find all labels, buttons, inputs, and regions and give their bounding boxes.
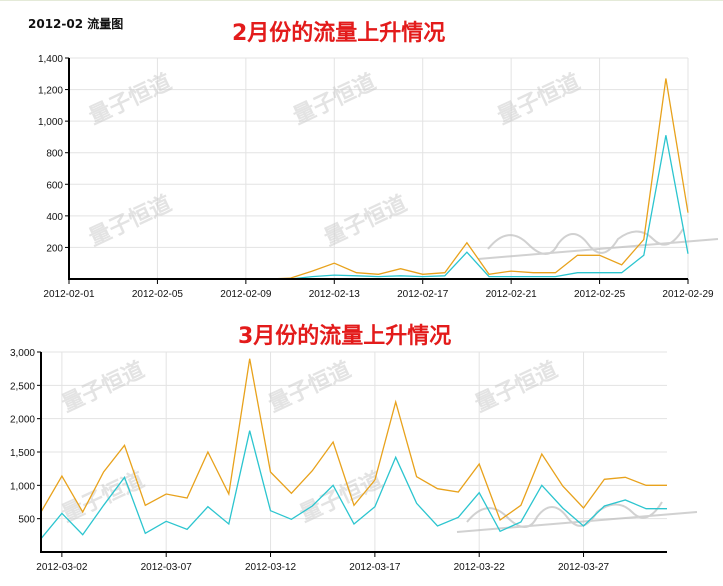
x-tick-label: 2012-03-12 — [245, 562, 297, 573]
watermark: 量子恒道 — [471, 357, 562, 418]
y-tick-label: 200 — [46, 243, 63, 254]
march-chart-svg: 500 1,000 1,500 2,000 2,500 3,000 2012-03-02 20… — [10, 348, 698, 573]
x-tick-label: 2012-03-17 — [349, 562, 401, 573]
y-tick-label: 2,000 — [10, 415, 35, 426]
march-chart-title: 3月份的流量上升情况 — [238, 324, 452, 349]
x-tick-label: 2012-03-27 — [558, 562, 610, 573]
x-tick-label: 2012-02-09 — [220, 289, 272, 300]
y-tick-label: 1,400 — [38, 54, 63, 65]
y-tick-label: 500 — [18, 515, 35, 526]
march-chart-panel: 500 1,000 1,500 2,000 2,500 3,000 2012-03-02 20… — [0, 312, 723, 586]
x-tick-label: 2012-03-07 — [141, 562, 193, 573]
y-tick-label: 400 — [46, 212, 63, 223]
y-tick-label: 2,500 — [10, 381, 35, 392]
y-tick-label: 800 — [46, 149, 63, 160]
x-tick-label: 2012-02-01 — [43, 289, 95, 300]
signature-graphic — [477, 228, 719, 260]
x-tick-label: 2012-03-02 — [36, 562, 88, 573]
y-tick-label: 600 — [46, 180, 63, 191]
x-tick-label: 2012-02-25 — [574, 289, 626, 300]
february-chart-title: 2月份的流量上升情况 — [232, 21, 446, 46]
y-tick-label: 1,500 — [10, 448, 35, 459]
y-tick-label: 3,000 — [10, 348, 35, 359]
watermark: 量子恒道 — [264, 357, 355, 418]
y-tick-label: 1,000 — [38, 117, 63, 128]
x-tick-label: 2012-02-05 — [132, 289, 184, 300]
x-tick-label: 2012-02-17 — [397, 289, 449, 300]
watermark: 量子恒道 — [320, 191, 411, 252]
x-tick-label: 2012-02-29 — [662, 289, 714, 300]
x-tick-label: 2012-02-13 — [309, 289, 361, 300]
x-tick-label: 2012-03-22 — [454, 562, 506, 573]
february-chart-panel: 2012-02 流量图 200 400 600 800 1,000 1,200 1,400 2… — [0, 0, 723, 311]
x-tick-label: 2012-02-21 — [486, 289, 538, 300]
watermark: 量子恒道 — [493, 69, 584, 130]
watermark: 量子恒道 — [85, 69, 176, 130]
february-chart-svg: 200 400 600 800 1,000 1,200 1,400 2012-02-01 201… — [38, 54, 719, 300]
y-tick-label: 1,000 — [10, 481, 35, 492]
watermark: 量子恒道 — [58, 357, 149, 418]
watermark: 量子恒道 — [85, 191, 176, 252]
y-tick-label: 1,200 — [38, 86, 63, 97]
